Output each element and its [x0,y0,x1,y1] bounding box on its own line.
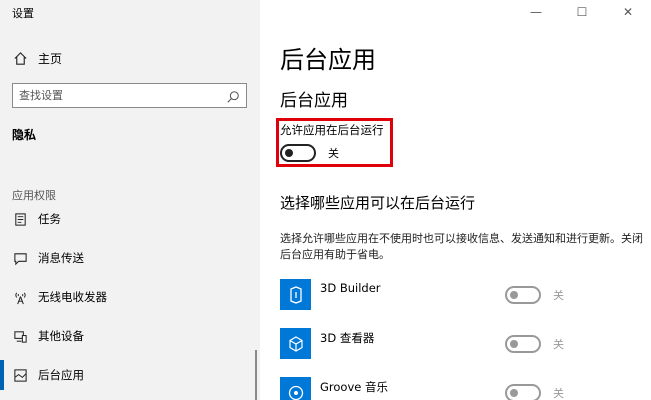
allow-background-toggle[interactable]: 关 [280,144,339,162]
maximize-button[interactable]: ☐ [559,0,605,24]
section-title: 后台应用 [280,91,348,111]
window-title: 设置 [12,7,34,20]
app-toggle[interactable]: 关 [505,384,564,400]
sidebar-item-label: 后台应用 [38,368,84,382]
sidebar-item-background-apps[interactable]: 后台应用 [0,360,84,390]
toggle-switch[interactable] [505,286,541,304]
sidebar-scrollbar[interactable] [255,350,257,400]
section-heading: 隐私 [12,128,37,142]
sidebar-item-label: 主页 [38,51,63,66]
sidebar-item-tasks[interactable]: 任务 [12,210,61,228]
sidebar-item-label: 消息传送 [38,251,84,265]
sidebar-item-home[interactable]: 主页 [12,49,62,67]
search-box[interactable] [12,83,247,108]
task-icon [12,211,28,227]
toggle-state-text: 关 [553,289,564,302]
sidebar: 设置 主页 隐私 应用权限 任务 消息传送 无线电收发器 [0,0,260,400]
3d-builder-icon [280,279,311,310]
toggle-state-text: 关 [553,338,564,351]
description-text: 选择允许哪些应用在不使用时也可以接收信息、发送通知和进行更新。关闭后台应用有助于… [280,232,643,261]
toggle-switch[interactable] [505,335,541,353]
radio-icon [12,289,28,305]
sidebar-item-other-devices[interactable]: 其他设备 [12,327,84,345]
app-row: 3D Builder 关 [280,279,610,313]
sidebar-item-radios[interactable]: 无线电收发器 [12,288,107,306]
background-apps-icon [12,367,28,383]
close-button[interactable]: ✕ [605,0,651,24]
toggle-switch[interactable] [280,144,316,162]
sidebar-item-label: 其他设备 [38,329,84,343]
app-name: 3D Builder [320,281,381,295]
toggle-switch[interactable] [505,384,541,400]
search-icon[interactable] [226,89,240,103]
groove-music-icon [280,377,311,400]
3d-viewer-icon [280,328,311,359]
sidebar-item-label: 任务 [38,212,61,226]
app-row: Groove 音乐 关 [280,377,610,400]
window-controls: — ☐ ✕ [513,0,651,24]
sidebar-item-label: 无线电收发器 [38,290,107,304]
home-icon [12,50,28,66]
minimize-button[interactable]: — [513,0,559,24]
message-icon [12,250,28,266]
toggle-state-text: 关 [553,387,564,400]
main-content: — ☐ ✕ 后台应用 后台应用 允许应用在后台运行 关 选择哪些应用可以在后台运… [260,0,651,400]
group-label: 应用权限 [12,189,56,202]
app-toggle[interactable]: 关 [505,335,564,353]
allow-background-label: 允许应用在后台运行 [280,123,384,137]
app-name: Groove 音乐 [320,380,388,394]
app-name: 3D 查看器 [320,331,375,345]
sidebar-item-messaging[interactable]: 消息传送 [12,249,84,267]
devices-icon [12,328,28,344]
choose-apps-title: 选择哪些应用可以在后台运行 [280,194,476,212]
app-row: 3D 查看器 关 [280,328,610,362]
search-input[interactable] [19,89,226,102]
app-toggle[interactable]: 关 [505,286,564,304]
toggle-state-text: 关 [328,147,339,160]
page-title: 后台应用 [280,46,376,74]
